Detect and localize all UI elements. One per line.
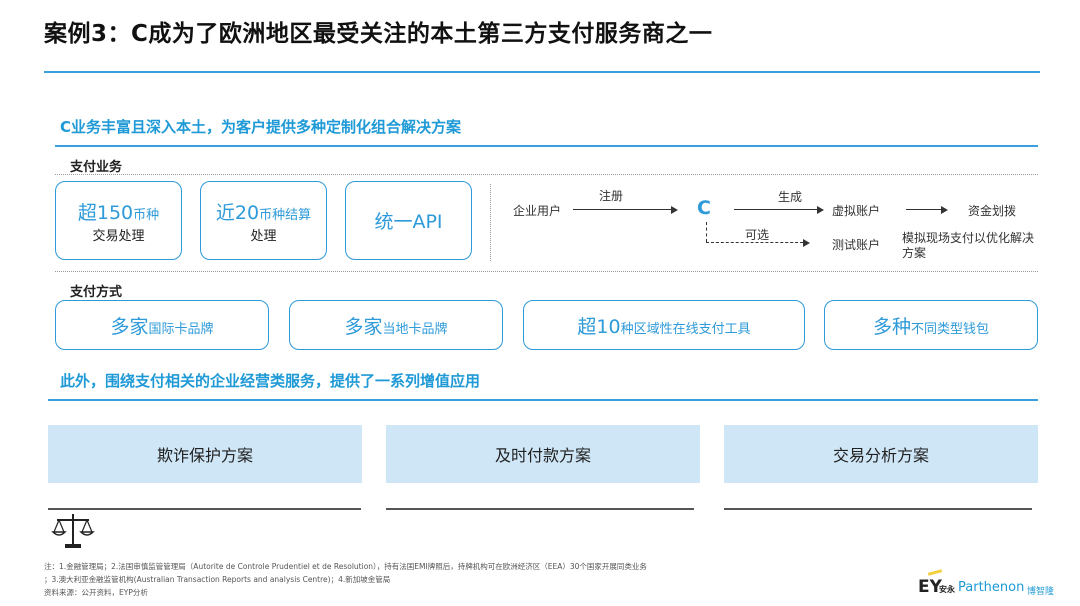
box2-line2: 处理 (250, 228, 277, 244)
method3-small: 种区域性在线支付工具 (620, 321, 751, 337)
business-box-settlement: 近 20 币种结算 处理 (200, 181, 327, 260)
method3-big: 超10 (577, 315, 621, 338)
page-title: 案例3：C成为了欧洲地区最受关注的本土第三方支付服务商之一 (44, 21, 713, 47)
box3-text: 统一API (374, 211, 443, 233)
box1-number: 150 (96, 201, 134, 224)
note-source: 资料来源：公开资料，EYP分析 (44, 588, 148, 597)
section1-divider (55, 145, 1038, 147)
flow-c-node: C (697, 197, 711, 219)
solution1-underline (48, 508, 361, 510)
method2-big: 多家 (344, 315, 383, 338)
payment-method-label: 支付方式 (70, 285, 123, 300)
title-divider (44, 71, 1040, 73)
flow-optional-arrow (706, 238, 810, 247)
flow-transfer-arrow (906, 205, 948, 214)
method2-small: 当地卡品牌 (382, 321, 448, 337)
box1-prefix: 超 (77, 201, 97, 224)
flow-generate-arrow (734, 205, 824, 214)
solution3-underline (724, 508, 1032, 510)
box2-number: 20 (234, 201, 260, 224)
flow-generate-label: 生成 (778, 190, 803, 204)
business-box-api: 统一API (345, 181, 472, 260)
method-box-online-tools: 超10 种区域性在线支付工具 (523, 300, 805, 350)
solution-timely-payment: 及时付款方案 (386, 425, 700, 483)
business-dotted-divider (55, 174, 1038, 175)
solution2-underline (386, 508, 694, 510)
flow-virtual-account: 虚拟账户 (832, 204, 881, 218)
note-line2: ；3.澳大利亚金融监管机构(Australian Transaction Rep… (44, 575, 391, 584)
flow-simulate-text: 模拟现场支付以优化解决方案 (902, 231, 1035, 260)
method-box-international-cards: 多家 国际卡品牌 (55, 300, 269, 350)
flow-vertical-divider (490, 184, 491, 261)
payment-business-label: 支付业务 (70, 160, 123, 175)
section1-heading: C业务丰富且深入本土，为客户提供多种定制化组合解决方案 (60, 118, 462, 136)
method-box-wallets: 多种 不同类型钱包 (824, 300, 1038, 350)
method1-small: 国际卡品牌 (148, 321, 214, 337)
method4-big: 多种 (872, 315, 911, 338)
method-dotted-divider (55, 271, 1038, 272)
scales-icon (51, 514, 95, 548)
box1-suffix: 币种 (133, 207, 160, 223)
box2-prefix: 近 (215, 201, 235, 224)
box2-suffix: 币种结算 (259, 207, 312, 223)
section2-heading: 此外，围绕支付相关的企业经营类服务，提供了一系列增值应用 (60, 372, 481, 390)
parthenon-logo-cn: 博智隆 (1027, 587, 1055, 597)
ey-logo-bar (927, 569, 943, 576)
section2-divider (48, 399, 1038, 401)
flow-fund-transfer: 资金划拨 (968, 204, 1017, 218)
ey-logo-cn: 安永 (939, 585, 955, 594)
flow-register-arrow (573, 205, 678, 214)
flow-enterprise-user: 企业用户 (513, 204, 562, 218)
solution-fraud-protection: 欺诈保护方案 (48, 425, 362, 483)
flow-optional-vertical (706, 222, 707, 242)
flow-optional-label: 可选 (745, 228, 770, 242)
note-line1: 注：1.金融管理局；2.法国审慎监管管理局（Autorite de Contro… (44, 562, 647, 571)
method1-big: 多家 (110, 315, 149, 338)
method-box-local-cards: 多家 当地卡品牌 (289, 300, 503, 350)
flow-test-account: 测试账户 (832, 238, 881, 252)
box1-line2: 交易处理 (92, 228, 145, 244)
flow-register-label: 注册 (599, 189, 624, 203)
parthenon-logo: Parthenon (958, 580, 1025, 595)
method4-small: 不同类型钱包 (911, 321, 990, 337)
business-box-currencies: 超 150 币种 交易处理 (55, 181, 182, 260)
solution-transaction-analysis: 交易分析方案 (724, 425, 1038, 483)
